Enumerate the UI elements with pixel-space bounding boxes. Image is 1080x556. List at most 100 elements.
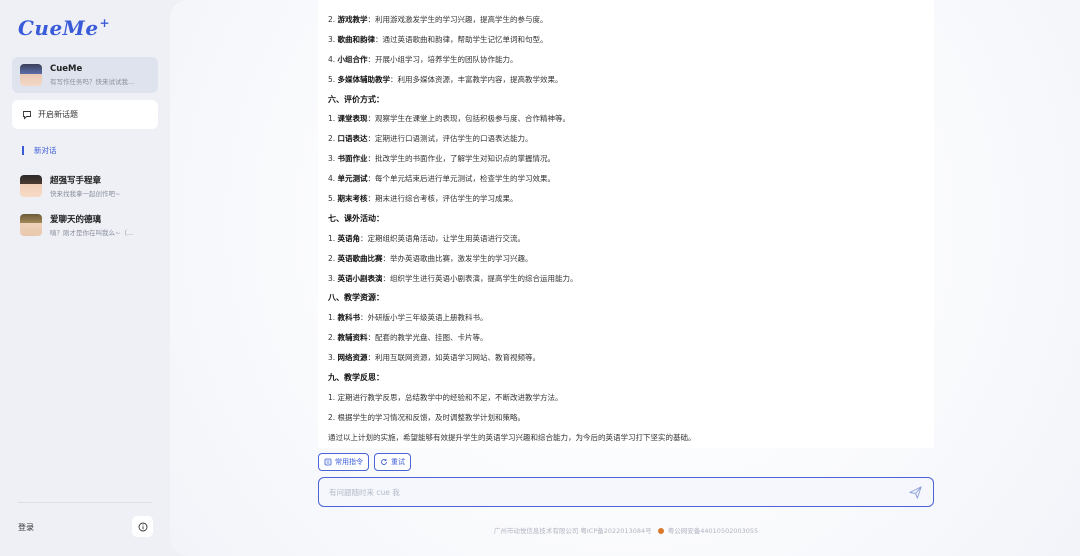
item-text: ：定期进行口语测试，评估学生的口语表达能力。: [367, 134, 533, 144]
section-heading: 七、课外活动：: [328, 213, 384, 223]
item-term: 多媒体辅助教学: [337, 74, 391, 84]
item-text: ：利用多媒体资源，丰富教学内容，提高教学效果。: [390, 74, 563, 84]
item-term: 教辅资料: [337, 333, 368, 343]
chat-item-chatter[interactable]: 爱聊天的德璃 嗔？刚才是你在叫我么~（...: [12, 207, 158, 243]
item-number: 2.: [328, 333, 336, 343]
chat-title: 超强写手程章: [50, 176, 102, 186]
item-term: 课堂表现: [337, 114, 368, 124]
item-number: 4.: [328, 54, 336, 64]
item-text: ：开展小组学习，培养学生的团队协作能力。: [367, 54, 518, 64]
item-text: ：利用互联网资源，如英语学习网站、教育视频等。: [367, 353, 541, 363]
new-topic-label: 开启新话题: [38, 110, 78, 119]
item-text: ：配套的教学光盘、挂图、卡片等。: [367, 333, 488, 343]
refresh-icon: [381, 459, 387, 465]
item-text: ：每个单元结束后进行单元测试，检查学生的学习效果。: [367, 174, 556, 184]
item-number: 1.: [328, 313, 336, 323]
item-number: 2.: [328, 134, 336, 144]
item-number: 4.: [328, 174, 336, 184]
item-text: ：举办英语歌曲比赛，激发学生的学习兴趣。: [382, 253, 533, 263]
item-term: 英语歌曲比赛: [337, 253, 383, 263]
list-item: 1. 课堂表现：观察学生在课堂上的表现，包括积极参与度、合作精神等。: [328, 109, 924, 129]
section-heading: 九、教学反思：: [328, 373, 384, 383]
item-term: 教科书: [337, 313, 361, 323]
item-number: 2.: [328, 15, 336, 24]
item-number: 3.: [328, 273, 336, 283]
new-topic-button[interactable]: 开启新话题: [12, 100, 158, 129]
item-term: 单元测试: [337, 174, 368, 184]
list-item: 3. 英语小剧表演：组织学生进行英语小剧表演，提高学生的综合运用能力。: [328, 269, 924, 289]
chat-subtitle: 嗔？刚才是你在叫我么~（...: [50, 229, 134, 237]
chat-item-cueme[interactable]: CueMe 有写作任务吗？快来试试我...: [12, 57, 158, 93]
list-item: 5. 期末考核：期末进行综合考核，评估学生的学习成果。: [328, 189, 924, 209]
item-number: 3.: [328, 353, 336, 363]
info-icon: [138, 522, 147, 531]
item-term: 口语表达: [337, 134, 368, 144]
item-number: 2.: [328, 412, 336, 422]
item-text: ：组织学生进行英语小剧表演，提高学生的综合运用能力。: [382, 273, 578, 283]
item-term: 小组合作: [337, 54, 368, 64]
chat-item-writer[interactable]: 超强写手程章 快来找我拿一起创作吧~: [12, 168, 158, 204]
common-commands-button[interactable]: 常用指令: [318, 453, 369, 471]
sidebar: CueMe+ CueMe 有写作任务吗？快来试试我... 开启新话题 新对话 超…: [0, 0, 170, 556]
icp-text: 广州市动悦信息技术有限公司 粤ICP备2022013084号: [493, 527, 652, 535]
chat-title: CueMe: [50, 64, 83, 74]
avatar: [20, 64, 42, 86]
chat-title: 爱聊天的德璃: [50, 215, 102, 225]
new-chat-item[interactable]: 新对话: [22, 144, 57, 156]
item-term: 游戏教学: [337, 15, 368, 24]
list-item: 4. 小组合作：开展小组学习，培养学生的团队协作能力。: [328, 50, 924, 70]
item-number: 3.: [328, 154, 336, 164]
chat-subtitle: 有写作任务吗？快来试试我...: [50, 78, 135, 86]
footer: 广州市动悦信息技术有限公司 粤ICP备2022013084号 粤公网安备4401…: [318, 525, 934, 535]
item-text: 根据学生的学习情况和反馈，及时调整教学计划和策略。: [337, 412, 526, 422]
main-panel: 2. 游戏教学：利用游戏激发学生的学习兴趣，提高学生的参与度。 3. 歌曲和韵律：…: [170, 0, 1080, 556]
new-chat-label: 新对话: [34, 145, 57, 155]
item-text: ：期末进行综合考核，评估学生的学习成果。: [367, 194, 518, 204]
avatar: [20, 175, 42, 197]
item-number: 5.: [328, 194, 336, 204]
item-text: ：批改学生的书面作业，了解学生对知识点的掌握情况。: [367, 154, 556, 164]
police-text: 粤公网安备44010502003055: [667, 527, 759, 535]
common-commands-label: 常用指令: [335, 458, 363, 466]
item-text: ：利用游戏激发学生的学习兴趣，提高学生的参与度。: [367, 15, 548, 24]
item-number: 5.: [328, 74, 336, 84]
message-input-box[interactable]: [318, 477, 934, 507]
item-term: 英语小剧表演: [337, 273, 383, 283]
list-item: 1. 教科书：外研版小学三年级英语上册教科书。: [328, 308, 924, 328]
item-text: ：定期组织英语角活动，让学生用英语进行交流。: [360, 233, 526, 243]
chat-subtitle: 快来找我拿一起创作吧~: [50, 190, 121, 198]
item-number: 3.: [328, 34, 336, 44]
list-item: 2. 教辅资料：配套的教学光盘、挂图、卡片等。: [328, 328, 924, 348]
send-icon[interactable]: [908, 485, 923, 500]
message-input[interactable]: [329, 487, 908, 497]
item-text: ：观察学生在课堂上的表现，包括积极参与度、合作精神等。: [367, 114, 571, 124]
list-item: 2. 游戏教学：利用游戏激发学生的学习兴趣，提高学生的参与度。: [328, 10, 924, 30]
list-item: 4. 单元测试：每个单元结束后进行单元测试，检查学生的学习效果。: [328, 169, 924, 189]
list-item: 2. 根据学生的学习情况和反馈，及时调整教学计划和策略。: [328, 408, 924, 428]
active-indicator: [22, 145, 24, 155]
item-term: 网络资源: [337, 353, 368, 363]
paragraph: 通过以上计划的实施，希望能够有效提升学生的英语学习兴趣和综合能力，为今后的英语学…: [328, 432, 696, 442]
item-term: 期末考核: [337, 194, 368, 204]
item-text: 定期进行教学反思，总结教学中的经验和不足，不断改进教学方法。: [337, 392, 563, 402]
item-number: 1.: [328, 114, 336, 124]
sidebar-divider: [18, 502, 152, 503]
cueme-logo[interactable]: CueMe+: [18, 16, 110, 42]
login-link[interactable]: 登录: [18, 522, 34, 533]
message-content: 2. 游戏教学：利用游戏激发学生的学习兴趣，提高学生的参与度。 3. 歌曲和韵律：…: [318, 0, 934, 448]
info-button[interactable]: [132, 516, 153, 537]
section-heading: 六、评价方式：: [328, 94, 384, 104]
item-number: 2.: [328, 253, 336, 263]
item-term: 英语角: [337, 233, 361, 243]
item-text: ：通过英语歌曲和韵律，帮助学生记忆单词和句型。: [375, 34, 548, 44]
list-item: 1. 英语角：定期组织英语角活动，让学生用英语进行交流。: [328, 229, 924, 249]
section-heading: 八、教学资源：: [328, 293, 384, 303]
list-item: 2. 口语表达：定期进行口语测试，评估学生的口语表达能力。: [328, 129, 924, 149]
list-item: 1. 定期进行教学反思，总结教学中的经验和不足，不断改进教学方法。: [328, 388, 924, 408]
item-term: 书面作业: [337, 154, 368, 164]
list-item: 3. 书面作业：批改学生的书面作业，了解学生对知识点的掌握情况。: [328, 149, 924, 169]
police-badge-icon: [657, 527, 664, 534]
retry-button[interactable]: 重试: [374, 453, 411, 471]
list-item: 5. 多媒体辅助教学：利用多媒体资源，丰富教学内容，提高教学效果。: [328, 70, 924, 90]
list-item: 3. 网络资源：利用互联网资源，如英语学习网站、教育视频等。: [328, 348, 924, 368]
